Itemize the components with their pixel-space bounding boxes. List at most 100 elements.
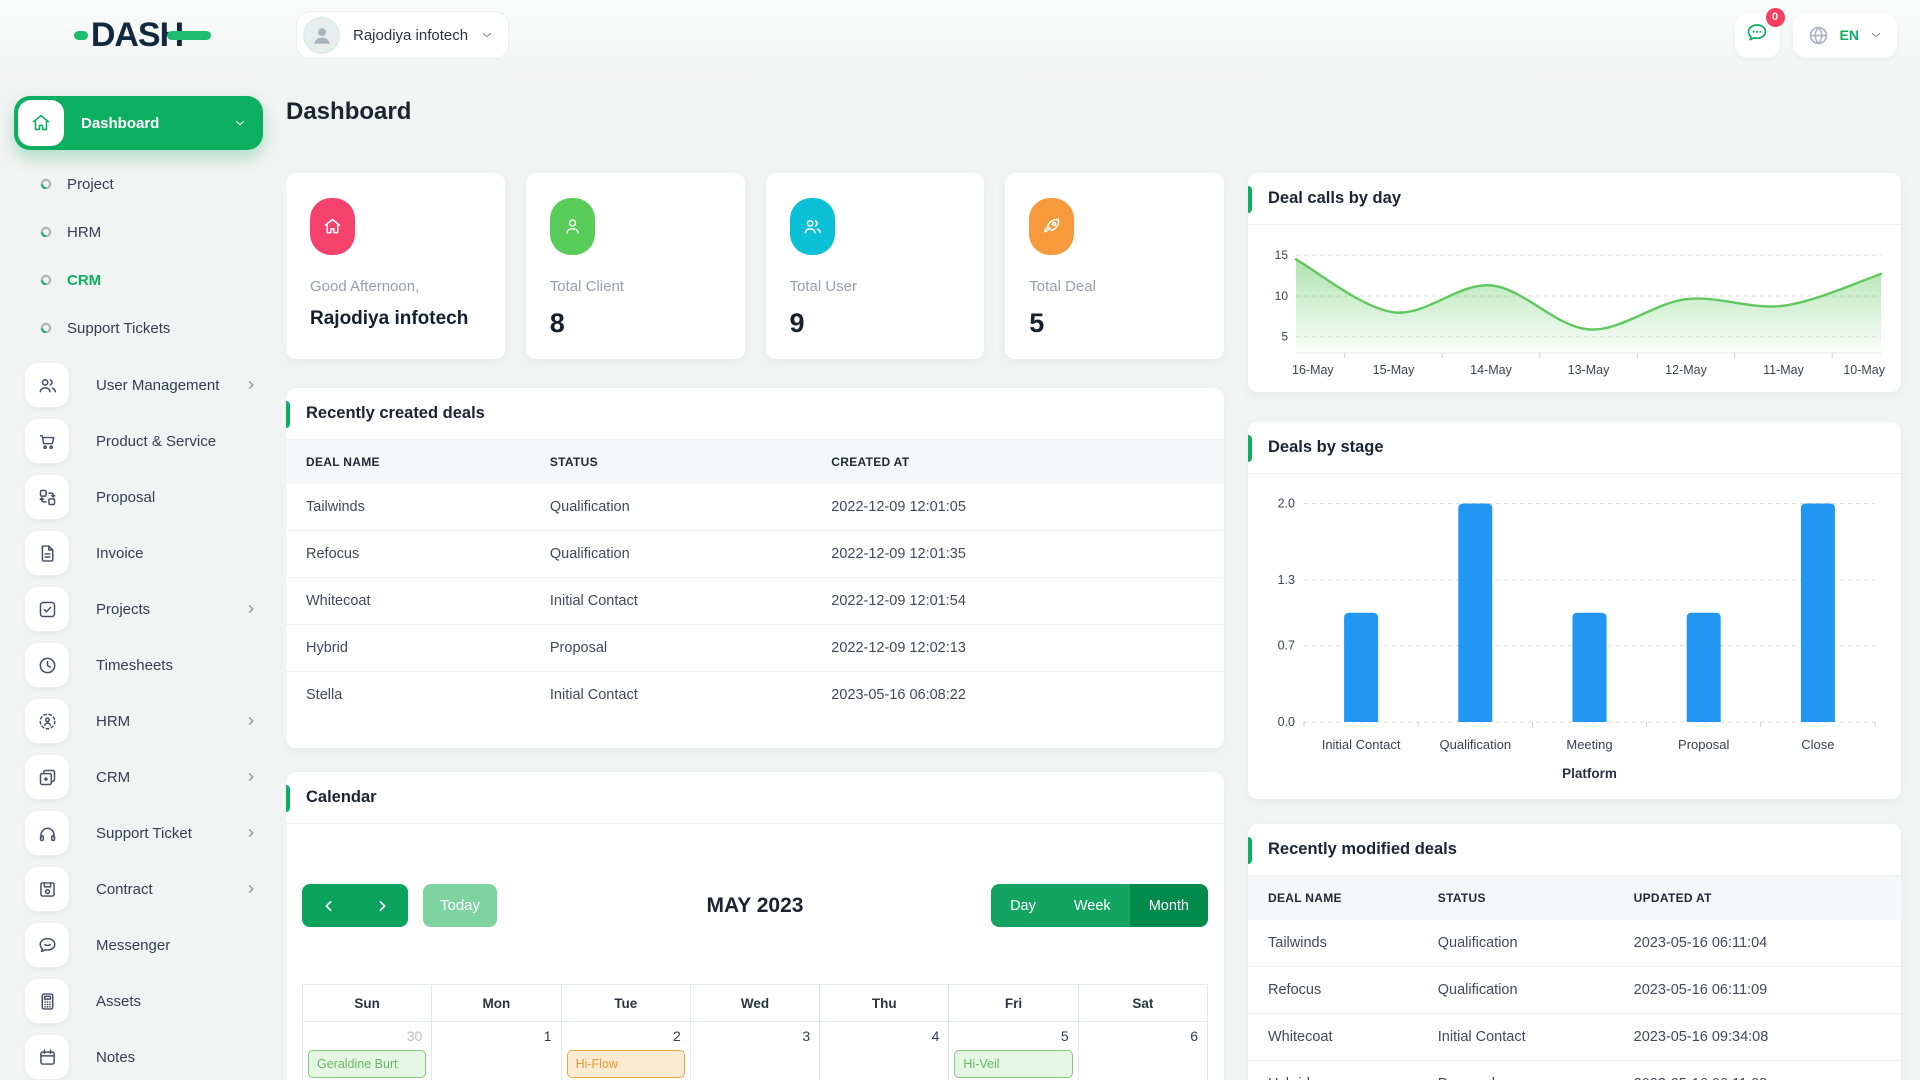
sidebar-item[interactable]: Messenger xyxy=(0,917,285,973)
table-row: Whitecoat Initial Contact 2023-05-16 09:… xyxy=(1248,1013,1901,1061)
users-icon xyxy=(25,363,69,407)
sidebar-sub-item[interactable]: HRM xyxy=(0,208,285,256)
sidebar-item[interactable]: Assets xyxy=(0,973,285,1029)
sidebar-sub-item[interactable]: Project xyxy=(0,160,285,208)
deal-date-cell: 2022-12-09 12:01:05 xyxy=(831,499,966,515)
calendar-day-cell[interactable]: 1 xyxy=(431,1021,562,1080)
calendar-day-cell[interactable]: 2 Hi-Flow xyxy=(560,1021,691,1080)
sidebar-item[interactable]: Timesheets xyxy=(0,637,285,693)
calendar-view-button[interactable]: Week xyxy=(1054,884,1130,927)
chat-badge: 0 xyxy=(1765,7,1785,27)
calendar-day-cell[interactable]: 5 Hi-Veil xyxy=(948,1021,1079,1080)
calendar-today-button[interactable]: Today xyxy=(423,884,498,927)
chevron-down-icon xyxy=(480,28,494,42)
table-column-header: UPDATED AT xyxy=(1613,876,1901,920)
deal-status-cell: Proposal xyxy=(1417,1060,1614,1080)
calendar-prev-button[interactable] xyxy=(302,884,355,927)
card-title: Recently created deals xyxy=(286,388,1224,440)
calendar-date-number: 6 xyxy=(1190,1028,1198,1044)
calendar-event[interactable]: Geraldine Burt xyxy=(308,1050,427,1078)
table-row: Tailwinds Qualification 2022-12-09 12:01… xyxy=(286,484,1224,531)
sidebar-main-nav: User Management Product & Service Propos… xyxy=(0,357,285,1080)
sidebar-item[interactable]: Support Ticket xyxy=(0,805,285,861)
calendar-event[interactable]: Hi-Flow xyxy=(566,1050,685,1078)
sidebar-item-label: Timesheets xyxy=(96,656,173,674)
deal-date-cell: 2023-05-16 06:11:04 xyxy=(1633,935,1768,951)
calendar-date-number: 3 xyxy=(802,1028,811,1044)
status-circle-icon xyxy=(40,274,52,286)
app-logo[interactable]: DASH xyxy=(73,18,212,52)
stat-label: Good Afternoon, xyxy=(310,278,420,295)
language-selector[interactable]: EN xyxy=(1792,12,1897,58)
deal-date-cell: 2022-12-09 12:02:13 xyxy=(811,624,1224,672)
proposal-icon xyxy=(25,475,69,519)
recently-created-deals-card: Recently created deals DEAL NAME STATUS … xyxy=(286,388,1224,748)
calculator-icon xyxy=(25,979,69,1023)
deal-date-cell: 2023-05-16 06:11:08 xyxy=(1613,1060,1901,1080)
sidebar-item-label: Assets xyxy=(96,992,142,1010)
sidebar-sub-item-label: HRM xyxy=(67,223,102,241)
calendar-view-button[interactable]: Day xyxy=(991,884,1055,927)
sidebar-sub-item[interactable]: Support Tickets xyxy=(0,304,285,352)
calendar-day-cell[interactable]: 30 Geraldine Burt xyxy=(301,1021,433,1080)
calendar-date-number: 2 xyxy=(673,1028,681,1044)
chevron-right-icon xyxy=(244,378,258,392)
svg-text:Platform: Platform xyxy=(1562,766,1617,781)
deal-status-cell: Initial Contact xyxy=(529,671,812,718)
deal-date-cell: 2022-12-09 12:01:54 xyxy=(811,577,1224,625)
sidebar-item[interactable]: Notes xyxy=(0,1029,285,1080)
calendar-date-number: 5 xyxy=(1060,1028,1069,1044)
logo-dot xyxy=(73,30,88,40)
chevron-down-icon xyxy=(233,116,247,130)
calendar-day-cell[interactable]: 3 xyxy=(689,1021,821,1080)
svg-text:15: 15 xyxy=(1275,248,1289,262)
sidebar-item[interactable]: Product & Service xyxy=(0,413,285,469)
svg-text:Initial Contact: Initial Contact xyxy=(1322,737,1401,752)
logo-dash xyxy=(167,30,212,40)
deal-status-cell: Qualification xyxy=(1417,966,1614,1014)
deal-date-cell: 2023-05-16 09:34:08 xyxy=(1613,1013,1901,1061)
calendar-event[interactable]: Hi-Veil xyxy=(954,1050,1073,1078)
card-title: Deals by stage xyxy=(1248,422,1901,474)
sidebar-item-label: CRM xyxy=(96,768,131,786)
table-row: Refocus Qualification 2022-12-09 12:01:3… xyxy=(286,530,1224,578)
table-column-header: DEAL NAME xyxy=(1248,876,1418,920)
calendar-next-button[interactable] xyxy=(355,884,408,927)
deal-name-cell: Refocus xyxy=(286,530,530,578)
deal-calls-area-chart: 5 10 15 16-May 15-May 14-May 13-May 12-May 11-Ma… xyxy=(1275,248,1886,377)
sidebar: Dashboard Project HRM CRM Support Ticket… xyxy=(0,70,285,1080)
calendar-view-button[interactable]: Month xyxy=(1129,884,1208,927)
messages-button[interactable]: 0 xyxy=(1734,7,1785,58)
table-column-header: DEAL NAME xyxy=(286,440,530,484)
svg-text:10: 10 xyxy=(1275,289,1289,303)
status-circle-icon xyxy=(40,226,52,238)
table-row: Stella Initial Contact 2023-05-16 06:08:… xyxy=(286,671,1224,718)
calendar-weekday-header: Sun xyxy=(301,984,433,1022)
recently-modified-deals-table: DEAL NAME STATUS UPDATED AT Tailwinds Qu… xyxy=(1248,876,1901,1080)
sidebar-item[interactable]: Contract xyxy=(0,861,285,917)
deals-by-stage-card: Deals by stage 0.0 0.7 1.3 2.0 Initial Conta… xyxy=(1248,422,1901,799)
sidebar-item[interactable]: Invoice xyxy=(0,525,285,581)
sidebar-item[interactable]: Proposal xyxy=(0,469,285,525)
svg-text:5: 5 xyxy=(1281,330,1288,344)
sidebar-item[interactable]: Projects xyxy=(0,581,285,637)
sidebar-item[interactable]: HRM xyxy=(0,693,285,749)
cart-icon xyxy=(25,419,69,463)
table-row: Tailwinds Qualification 2023-05-16 06:11… xyxy=(1248,920,1901,967)
calendar-day-cell[interactable]: 6 xyxy=(1077,1021,1209,1080)
sidebar-sub-item[interactable]: CRM xyxy=(0,256,285,304)
status-circle-icon xyxy=(40,322,52,334)
sidebar-item-dashboard[interactable]: Dashboard xyxy=(14,96,263,150)
calendar-day-cell[interactable]: 4 xyxy=(819,1021,950,1080)
card-title: Recently modified deals xyxy=(1248,824,1901,876)
svg-text:2.0: 2.0 xyxy=(1278,496,1295,510)
calendar-card: Calendar Today MAY 2023 Day Week Month S… xyxy=(286,772,1224,1080)
contract-icon xyxy=(25,867,69,911)
sidebar-item[interactable]: CRM xyxy=(0,749,285,805)
deal-status-cell: Initial Contact xyxy=(1417,1013,1614,1061)
card-title: Deal calls by day xyxy=(1248,173,1901,225)
sidebar-item[interactable]: User Management xyxy=(0,357,285,413)
sidebar-dashboard-label: Dashboard xyxy=(81,114,160,132)
stat-card: Total Deal 5 xyxy=(1005,173,1224,359)
company-switcher[interactable]: Rajodiya infotech xyxy=(296,11,510,59)
